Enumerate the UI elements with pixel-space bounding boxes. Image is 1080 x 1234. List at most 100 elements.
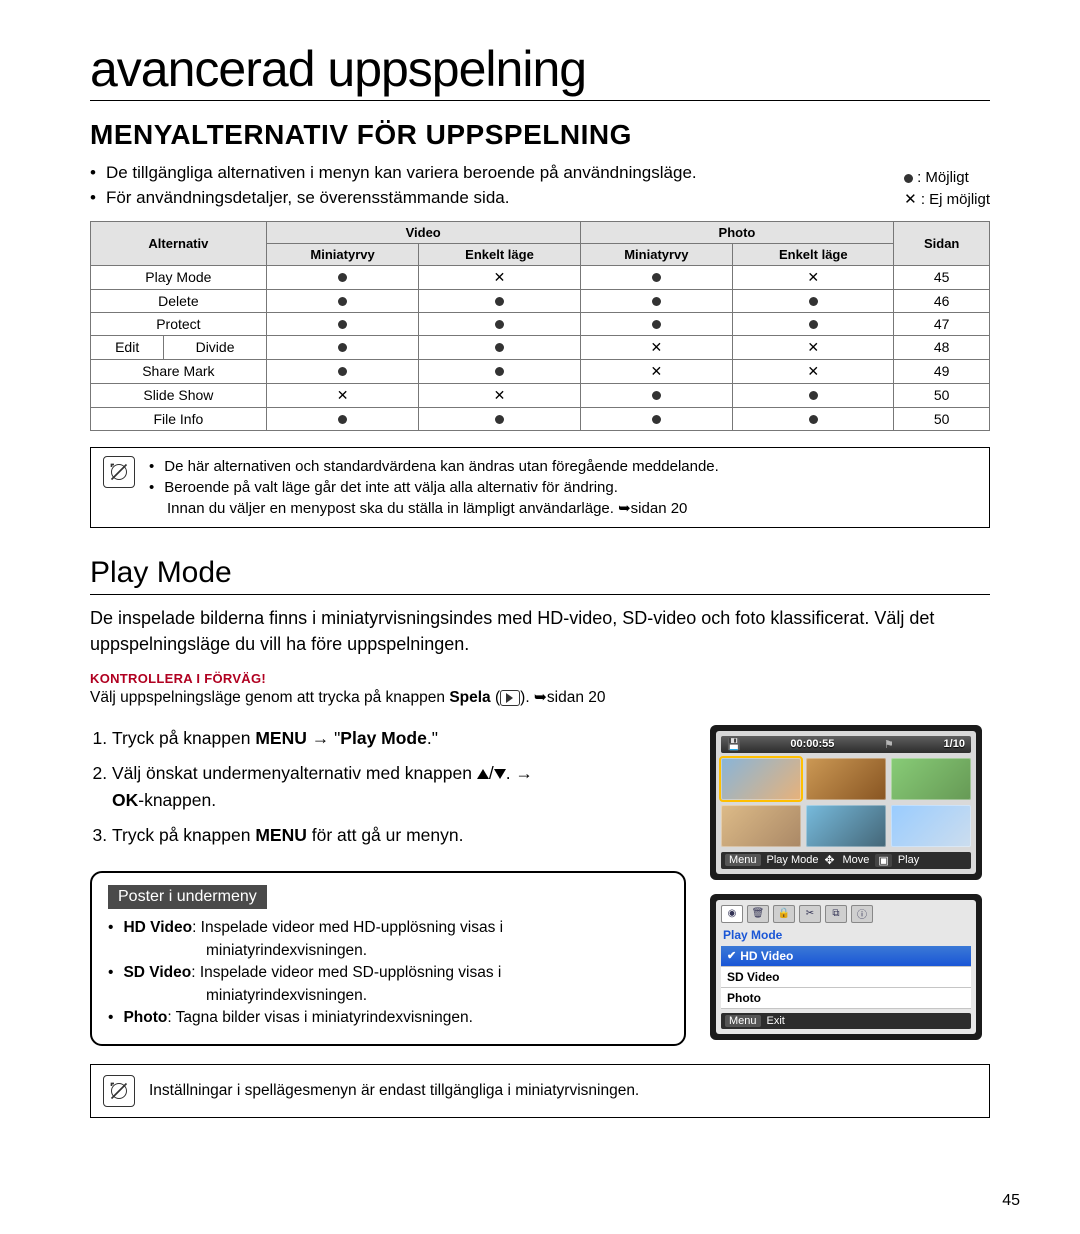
menu-item-selected: HD Video <box>721 946 971 967</box>
th-video-mini: Miniatyrvy <box>266 243 419 265</box>
note-icon <box>103 456 135 488</box>
th-video-enkelt: Enkelt läge <box>419 243 580 265</box>
steps-list: Tryck på knappen MENU → "Play Mode." Väl… <box>90 725 686 850</box>
section-heading: MENYALTERNATIV FÖR UPPSPELNING <box>90 119 990 151</box>
intro-bullet-2: För användningsdetaljer, se överensstämm… <box>106 186 510 211</box>
table-cell: ✕ <box>580 359 733 383</box>
thumbnail <box>721 758 801 800</box>
table-cell: ✕ <box>419 265 580 289</box>
playmode-body: De inspelade bilderna finns i miniatyrvi… <box>90 605 990 657</box>
menu-item: SD Video <box>721 967 971 988</box>
thumbnail <box>806 805 886 847</box>
table-cell: ✕ <box>419 383 580 407</box>
table-cell <box>266 359 419 383</box>
th-photo-enkelt: Enkelt läge <box>733 243 894 265</box>
step-3: Tryck på knappen MENU för att gå ur meny… <box>112 822 686 849</box>
dot-icon <box>904 174 913 183</box>
submenu-title: Poster i undermeny <box>108 885 267 909</box>
table-row: Share Mark✕✕49 <box>91 359 990 383</box>
table-row: Slide Show✕✕50 <box>91 383 990 407</box>
table-cell: Share Mark <box>91 359 267 383</box>
thumbnail <box>806 758 886 800</box>
menu-footer-exit: Exit <box>767 1015 785 1027</box>
submenu-item-cont: miniatyrindexvisningen. <box>206 940 668 962</box>
table-row: Delete 46 <box>91 289 990 312</box>
note1-line2: Beroende på valt läge går det inte att v… <box>164 477 618 498</box>
table-cell <box>733 312 894 335</box>
fourway-icon <box>825 854 837 866</box>
menu-tab-icon: 🗑 <box>747 905 769 923</box>
menu-title: Play Mode <box>721 926 971 946</box>
table-cell <box>419 312 580 335</box>
chapter-title: avancerad uppspelning <box>90 40 990 101</box>
table-cell: 49 <box>894 359 990 383</box>
note1-tail: Innan du väljer en menypost ska du ställ… <box>167 498 719 519</box>
table-cell <box>266 265 419 289</box>
menu-tab-icon: ⧉ <box>825 905 847 923</box>
flag-icon: ⚑ <box>884 738 894 751</box>
table-cell: 50 <box>894 383 990 407</box>
table-cell: Protect <box>91 312 267 335</box>
bottombar-menu: Menu <box>725 854 761 866</box>
table-cell: ✕ <box>580 335 733 359</box>
submenu-box: Poster i undermeny HD Video: Inspelade v… <box>90 871 686 1045</box>
thumbnail <box>891 805 971 847</box>
triangle-up-icon <box>477 769 489 779</box>
table-cell: ✕ <box>733 335 894 359</box>
thumbnail <box>891 758 971 800</box>
menu-tab-icon: ⓘ <box>851 905 873 923</box>
table-cell <box>266 407 419 430</box>
play-button-icon <box>500 690 520 706</box>
menu-tab-icon: ✂ <box>799 905 821 923</box>
table-cell: 46 <box>894 289 990 312</box>
card-icon: 💾 <box>727 738 741 751</box>
note1-line1: De här alternativen och standardvärdena … <box>164 456 719 477</box>
table-cell: File Info <box>91 407 267 430</box>
table-cell: Play Mode <box>91 265 267 289</box>
th-photo: Photo <box>580 221 894 243</box>
th-alternativ: Alternativ <box>91 221 267 265</box>
plus-icon: ▣ <box>875 854 891 867</box>
th-video: Video <box>266 221 580 243</box>
submenu-item: SD Video: Inspelade videor med SD-upplös… <box>108 962 668 984</box>
lcd-screenshot-thumbnails: 💾 00:00:55 ⚑ 1/10 Menu <box>710 725 982 880</box>
table-cell <box>419 359 580 383</box>
table-cell <box>733 289 894 312</box>
table-cell <box>266 335 419 359</box>
table-cell: 50 <box>894 407 990 430</box>
table-row: Protect 47 <box>91 312 990 335</box>
table-cell: 47 <box>894 312 990 335</box>
x-icon: ✕ <box>904 191 921 208</box>
footer-note-text: Inställningar i spellägesmenyn är endast… <box>149 1082 639 1100</box>
menu-tab-icon: 🔒 <box>773 905 795 923</box>
table-cell <box>419 289 580 312</box>
counter: 1/10 <box>944 738 965 750</box>
table-cell <box>580 265 733 289</box>
submenu-item: HD Video: Inspelade videor med HD-upplös… <box>108 917 668 939</box>
menu-tab-icon: ◉ <box>721 905 743 923</box>
table-cell <box>580 407 733 430</box>
table-cell <box>419 335 580 359</box>
bottombar-move: Move <box>843 854 870 866</box>
table-cell: 48 <box>894 335 990 359</box>
table-cell: ✕ <box>266 383 419 407</box>
elapsed-time: 00:00:55 <box>790 738 834 750</box>
th-photo-mini: Miniatyrvy <box>580 243 733 265</box>
table-cell: ✕ <box>733 359 894 383</box>
playmode-heading: Play Mode <box>90 556 990 595</box>
footer-note-box: Inställningar i spellägesmenyn är endast… <box>90 1064 990 1118</box>
table-cell <box>580 289 733 312</box>
th-sidan: Sidan <box>894 221 990 265</box>
thumbnail <box>721 805 801 847</box>
menu-footer-menu: Menu <box>725 1015 761 1027</box>
note-box-1: De här alternativen och standardvärdena … <box>90 447 990 528</box>
legend-not-possible: : Ej möjligt <box>921 191 990 208</box>
table-cell <box>580 312 733 335</box>
intro-bullet-1: De tillgängliga alternativen i menyn kan… <box>106 161 697 186</box>
table-row: File Info 50 <box>91 407 990 430</box>
lcd-screenshot-menu: ◉ 🗑 🔒 ✂ ⧉ ⓘ Play Mode HD Video SD Video … <box>710 894 982 1040</box>
bottombar-play: Play <box>898 854 919 866</box>
kontrollera-heading: KONTROLLERA I FÖRVÄG! <box>90 671 990 686</box>
menu-item: Photo <box>721 988 971 1009</box>
table-cell: Delete <box>91 289 267 312</box>
